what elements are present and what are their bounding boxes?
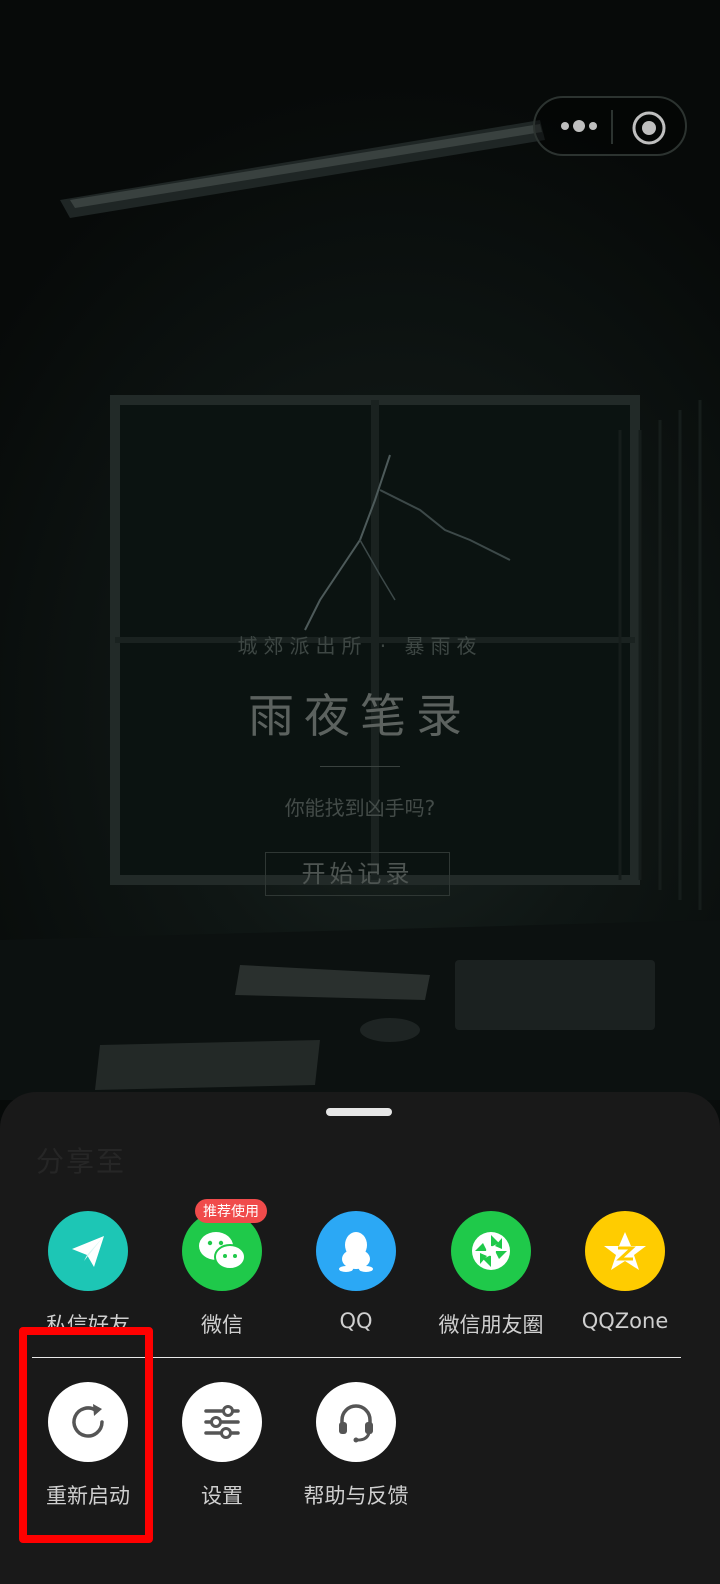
action-label: 设置	[201, 1484, 243, 1508]
action-label: 重新启动	[46, 1484, 130, 1508]
share-label: 微信	[201, 1313, 243, 1337]
sheet-drag-handle[interactable]	[326, 1108, 392, 1116]
sheet-row-divider	[32, 1357, 681, 1358]
qq-penguin-icon	[316, 1211, 396, 1291]
settings-action[interactable]: 设置	[152, 1382, 292, 1510]
restart-action[interactable]: 重新启动	[18, 1382, 158, 1510]
action-label: 帮助与反馈	[303, 1484, 409, 1508]
rainy-office-illustration	[0, 120, 720, 1100]
share-label: QQ	[339, 1309, 373, 1333]
share-label: QQZone	[581, 1309, 669, 1333]
share-label: 私信好友	[46, 1313, 130, 1337]
recommend-badge: 推荐使用	[195, 1199, 267, 1223]
game-title: 雨夜笔录	[248, 689, 472, 743]
share-private-message[interactable]: 私信好友	[18, 1211, 158, 1339]
moments-shutter-icon	[451, 1211, 531, 1291]
refresh-icon	[48, 1382, 128, 1462]
game-subtitle: 城郊派出所 · 暴雨夜	[237, 634, 483, 658]
wechat-icon	[182, 1211, 262, 1291]
game-question: 你能找到凶手吗?	[284, 796, 436, 820]
mini-program-capsule	[533, 96, 687, 156]
share-wechat[interactable]: 推荐使用 微信	[152, 1199, 292, 1339]
more-dots-icon[interactable]	[557, 112, 601, 140]
share-label: 微信朋友圈	[438, 1313, 544, 1337]
start-record-button[interactable]: 开始记录	[265, 852, 450, 896]
headset-icon	[316, 1382, 396, 1462]
help-feedback-action[interactable]: 帮助与反馈	[286, 1382, 426, 1510]
qzone-star-icon	[585, 1211, 665, 1291]
share-qzone[interactable]: QQZone	[555, 1211, 695, 1333]
share-qq[interactable]: QQ	[286, 1211, 426, 1333]
sliders-icon	[182, 1382, 262, 1462]
capsule-divider	[611, 110, 613, 144]
target-close-icon[interactable]	[631, 110, 667, 146]
sheet-title: 分享至	[36, 1145, 127, 1178]
title-divider	[320, 766, 400, 767]
paper-plane-icon	[48, 1211, 128, 1291]
share-moments[interactable]: 微信朋友圈	[421, 1211, 561, 1339]
